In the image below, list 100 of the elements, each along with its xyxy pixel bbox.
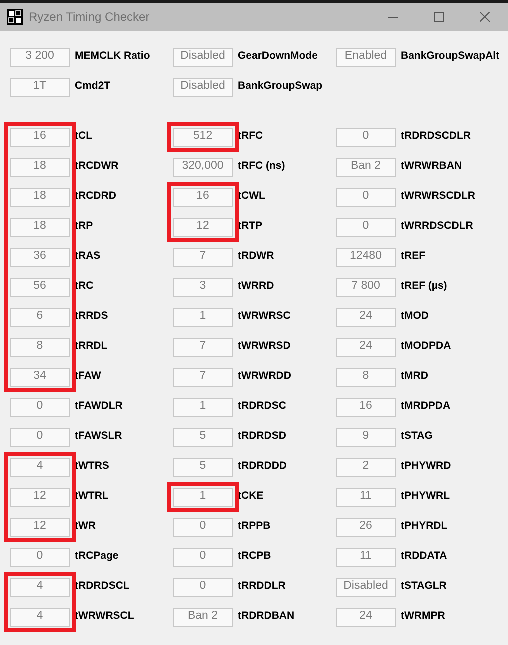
timing-label: tRRDDLR [238, 579, 286, 594]
value-field[interactable]: 11 [336, 548, 396, 566]
value-field[interactable]: 1 [173, 308, 233, 326]
value-field[interactable]: 16 [336, 398, 396, 416]
timing-label: tRFC (ns) [238, 159, 286, 174]
value-field[interactable]: 18 [10, 158, 70, 176]
value-field[interactable]: 12480 [336, 248, 396, 266]
value-field[interactable]: 12 [10, 488, 70, 506]
value-field[interactable]: 0 [173, 548, 233, 566]
value-field[interactable]: 0 [336, 128, 396, 146]
timing-label: GearDownMode [238, 49, 318, 64]
value-field[interactable]: 3 200 [10, 48, 70, 66]
value-field[interactable]: Disabled [336, 578, 396, 596]
timing-label: tRDRDSCL [75, 579, 130, 594]
timing-label: tPHYRDL [401, 519, 448, 534]
value-field[interactable]: 11 [336, 488, 396, 506]
timing-label: tRRDL [75, 339, 108, 354]
value-field[interactable]: Ban 2 [336, 158, 396, 176]
timing-label: tRDDATA [401, 549, 448, 564]
minimize-icon [388, 16, 398, 18]
value-field[interactable]: 24 [336, 608, 396, 626]
value-field[interactable]: Disabled [173, 48, 233, 66]
timing-label: tSTAG [401, 429, 433, 444]
value-field[interactable]: 3 [173, 278, 233, 296]
value-field[interactable]: 0 [10, 428, 70, 446]
timing-label: tRFC [238, 129, 264, 144]
value-field[interactable]: 512 [173, 128, 233, 146]
timing-label: tCWL [238, 189, 266, 204]
timing-label: tFAWSLR [75, 429, 122, 444]
value-field[interactable]: 8 [10, 338, 70, 356]
close-icon [480, 12, 490, 22]
timing-label: tRTP [238, 219, 262, 234]
value-field[interactable]: 0 [173, 518, 233, 536]
timing-label: tRDRDSCDLR [401, 129, 471, 144]
value-field[interactable]: 2 [336, 458, 396, 476]
value-field[interactable]: 16 [10, 128, 70, 146]
timing-label: tRDWR [238, 249, 274, 264]
timing-label: tRC [75, 279, 94, 294]
value-field[interactable]: Enabled [336, 48, 396, 66]
value-field[interactable]: 56 [10, 278, 70, 296]
timing-label: tRDRDSD [238, 429, 286, 444]
timing-label: tWRMPR [401, 609, 446, 624]
timing-label: tREF (µs) [401, 279, 448, 294]
value-field[interactable]: Ban 2 [173, 608, 233, 626]
value-field[interactable]: 8 [336, 368, 396, 386]
maximize-icon [434, 12, 444, 22]
timing-label: tWRRD [238, 279, 274, 294]
value-field[interactable]: 5 [173, 458, 233, 476]
timing-label: tRAS [75, 249, 101, 264]
value-field[interactable]: 12 [173, 218, 233, 236]
value-field[interactable]: 5 [173, 428, 233, 446]
value-field[interactable]: Disabled [173, 78, 233, 96]
timing-label: tFAWDLR [75, 399, 123, 414]
value-field[interactable]: 12 [10, 518, 70, 536]
timing-label: tWRWRBAN [401, 159, 462, 174]
value-field[interactable]: 0 [173, 578, 233, 596]
value-field[interactable]: 7 [173, 248, 233, 266]
value-field[interactable]: 4 [10, 578, 70, 596]
app-icon [7, 9, 23, 25]
value-field[interactable]: 36 [10, 248, 70, 266]
value-field[interactable]: 26 [336, 518, 396, 536]
timing-label: tRCDRD [75, 189, 116, 204]
timing-label: tRDRDBAN [238, 609, 295, 624]
value-field[interactable]: 24 [336, 338, 396, 356]
timing-label: tPHYWRD [401, 459, 452, 474]
value-field[interactable]: 6 [10, 308, 70, 326]
timing-label: tWRRDSCDLR [401, 219, 474, 234]
timing-label: tRDRDDD [238, 459, 287, 474]
value-field[interactable]: 0 [336, 218, 396, 236]
timing-label: tPHYWRL [401, 489, 450, 504]
value-field[interactable]: 24 [336, 308, 396, 326]
timing-label: BankGroupSwap [238, 79, 323, 94]
value-field[interactable]: 4 [10, 458, 70, 476]
value-field[interactable]: 34 [10, 368, 70, 386]
timing-label: tMRD [401, 369, 428, 384]
value-field[interactable]: 16 [173, 188, 233, 206]
timing-label: tRCPage [75, 549, 119, 564]
timing-label: tWRWRDD [238, 369, 292, 384]
value-field[interactable]: 320,000 [173, 158, 233, 176]
timing-label: tMOD [401, 309, 429, 324]
timing-label: tREF [401, 249, 426, 264]
value-field[interactable]: 7 [173, 338, 233, 356]
timing-label: tRPPB [238, 519, 271, 534]
value-field[interactable]: 7 800 [336, 278, 396, 296]
value-field[interactable]: 0 [336, 188, 396, 206]
value-field[interactable]: 0 [10, 398, 70, 416]
timing-label: tRP [75, 219, 94, 234]
value-field[interactable]: 0 [10, 548, 70, 566]
value-field[interactable]: 7 [173, 368, 233, 386]
value-field[interactable]: 4 [10, 608, 70, 626]
value-field[interactable]: 1 [173, 398, 233, 416]
value-field[interactable]: 18 [10, 218, 70, 236]
value-field[interactable]: 1 [173, 488, 233, 506]
timing-label: tFAW [75, 369, 102, 384]
timing-label: tWTRL [75, 489, 109, 504]
value-field[interactable]: 1T [10, 78, 70, 96]
value-field[interactable]: 18 [10, 188, 70, 206]
timing-label: tCL [75, 129, 92, 144]
value-field[interactable]: 9 [336, 428, 396, 446]
timing-label: tWRWRSC [238, 309, 291, 324]
